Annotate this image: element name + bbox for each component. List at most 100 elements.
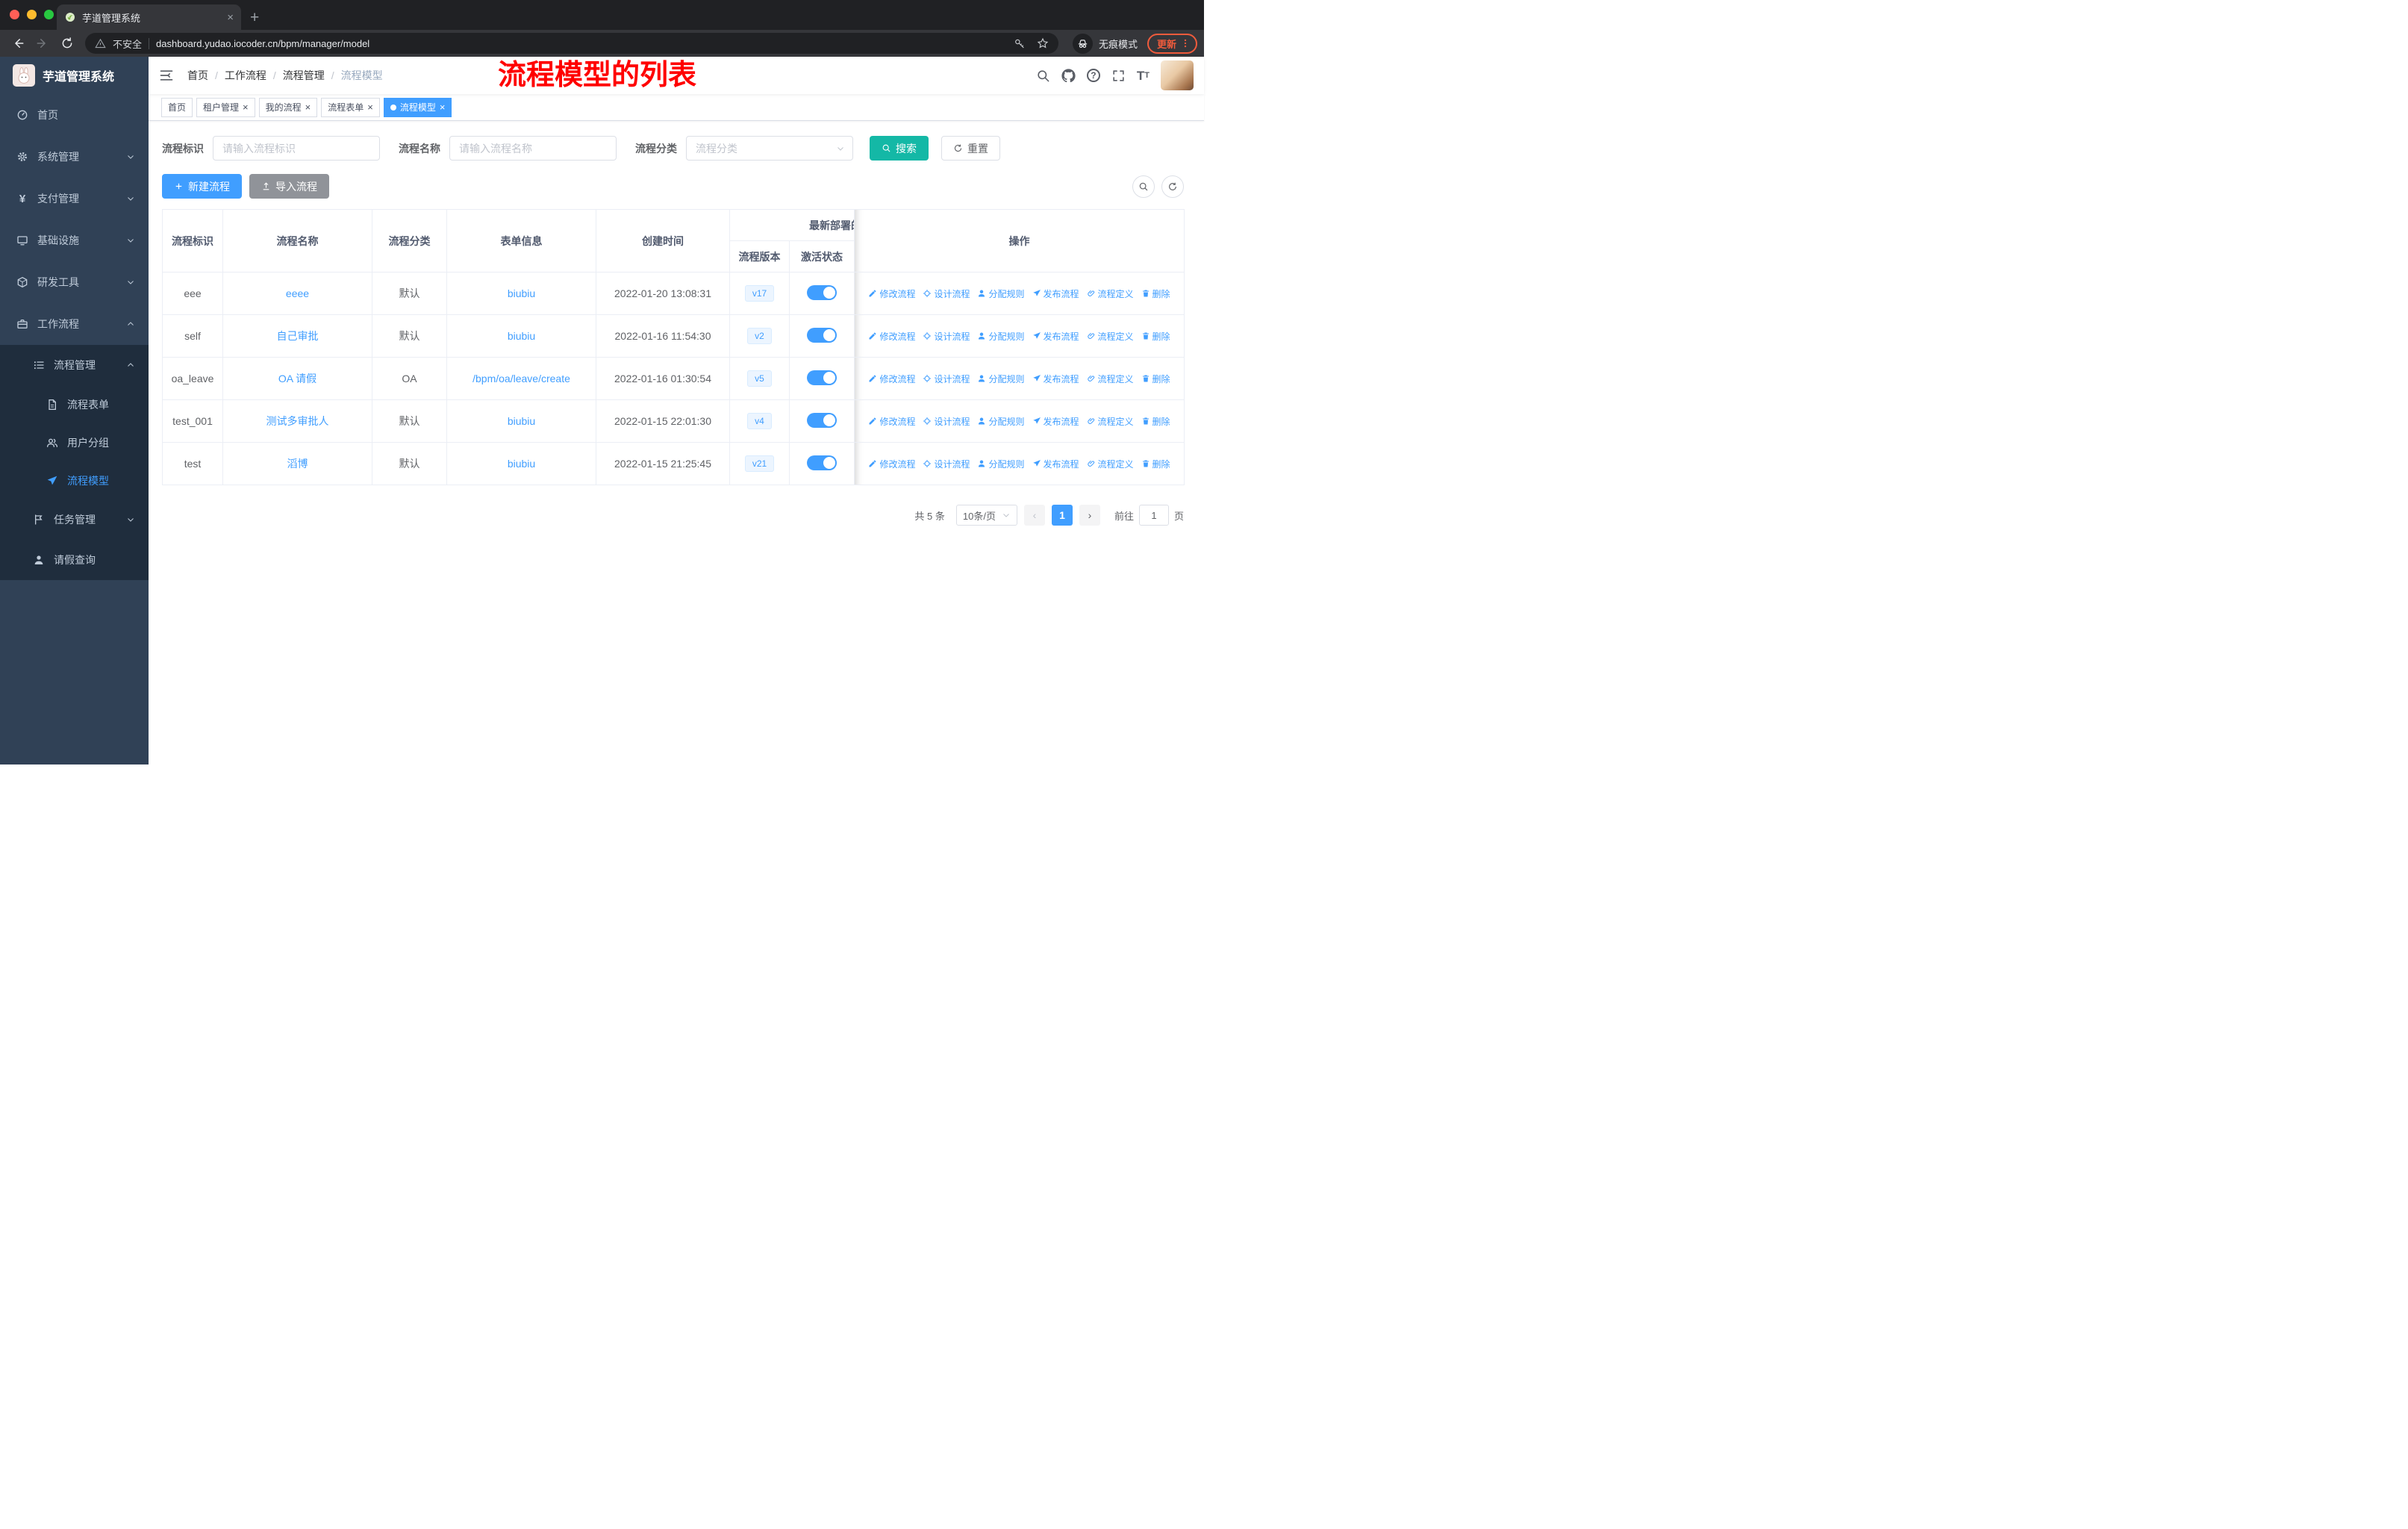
- form-info-link[interactable]: biubiu: [508, 287, 535, 299]
- action-publish-process[interactable]: 发布流程: [1032, 458, 1079, 470]
- active-status-toggle[interactable]: [807, 412, 837, 428]
- sidebar-item-home[interactable]: 首页: [0, 94, 149, 136]
- sidebar-item-user-group[interactable]: 用户分组: [0, 423, 149, 461]
- sidebar-toggle-button[interactable]: [149, 68, 181, 83]
- browser-tab[interactable]: 芋道管理系统 ×: [57, 4, 241, 30]
- action-process-definition[interactable]: 流程定义: [1087, 458, 1134, 470]
- reload-button[interactable]: [56, 32, 78, 55]
- tag-my-process[interactable]: 我的流程 ×: [258, 97, 318, 117]
- process-name-input[interactable]: [449, 136, 617, 161]
- import-process-button[interactable]: 导入流程: [249, 174, 329, 199]
- window-zoom-button[interactable]: [44, 10, 54, 19]
- app-logo[interactable]: 芋道管理系统: [0, 57, 149, 94]
- sidebar-item-leave-query[interactable]: 请假查询: [0, 540, 149, 580]
- address-bar[interactable]: 不安全 dashboard.yudao.iocoder.cn/bpm/manag…: [85, 33, 1058, 54]
- active-status-toggle[interactable]: [807, 284, 837, 300]
- active-status-toggle[interactable]: [807, 455, 837, 470]
- tag-tenant-management[interactable]: 租户管理 ×: [196, 97, 255, 117]
- close-icon[interactable]: ×: [305, 102, 311, 112]
- sidebar-item-task-management[interactable]: 任务管理: [0, 499, 149, 540]
- user-avatar[interactable]: [1161, 60, 1194, 90]
- header-search-button[interactable]: [1036, 69, 1050, 83]
- tab-close-button[interactable]: ×: [227, 11, 234, 24]
- action-publish-process[interactable]: 发布流程: [1032, 415, 1079, 428]
- show-search-button[interactable]: [1132, 175, 1155, 198]
- goto-page-input[interactable]: [1138, 505, 1169, 526]
- sidebar-item-process-model[interactable]: 流程模型: [0, 461, 149, 499]
- font-size-button[interactable]: TT: [1137, 69, 1150, 82]
- tag-home[interactable]: 首页: [161, 97, 193, 117]
- breadcrumb-process-management[interactable]: 流程管理: [283, 68, 325, 83]
- process-name-link[interactable]: 滔博: [287, 458, 308, 470]
- action-design-process[interactable]: 设计流程: [923, 373, 970, 385]
- process-name-link[interactable]: OA 请假: [278, 373, 316, 384]
- action-delete[interactable]: 删除: [1141, 287, 1170, 300]
- page-size-select[interactable]: 10条/页: [955, 505, 1017, 526]
- breadcrumb-workflow[interactable]: 工作流程: [225, 68, 266, 83]
- action-process-definition[interactable]: 流程定义: [1087, 373, 1134, 385]
- process-name-link[interactable]: 自己审批: [277, 330, 319, 342]
- action-publish-process[interactable]: 发布流程: [1032, 287, 1079, 300]
- breadcrumb-home[interactable]: 首页: [187, 68, 208, 83]
- action-edit-process[interactable]: 修改流程: [868, 458, 915, 470]
- help-button[interactable]: ?: [1086, 69, 1100, 82]
- action-edit-process[interactable]: 修改流程: [868, 287, 915, 300]
- prev-page-button[interactable]: ‹: [1023, 505, 1045, 526]
- process-name-link[interactable]: 测试多审批人: [266, 415, 329, 427]
- form-info-link[interactable]: /bpm/oa/leave/create: [472, 373, 570, 384]
- category-select[interactable]: 流程分类: [686, 136, 853, 161]
- action-edit-process[interactable]: 修改流程: [868, 373, 915, 385]
- search-button[interactable]: 搜索: [870, 136, 929, 161]
- page-number-1[interactable]: 1: [1051, 505, 1073, 526]
- sidebar-item-infra[interactable]: 基础设施: [0, 219, 149, 261]
- sidebar-item-process-management[interactable]: 流程管理: [0, 345, 149, 385]
- process-name-link[interactable]: eeee: [286, 287, 309, 299]
- next-page-button[interactable]: ›: [1079, 505, 1100, 526]
- action-publish-process[interactable]: 发布流程: [1032, 373, 1079, 385]
- action-assign-rule[interactable]: 分配规则: [977, 415, 1025, 428]
- action-process-definition[interactable]: 流程定义: [1087, 287, 1134, 300]
- active-status-toggle[interactable]: [807, 370, 837, 385]
- back-button[interactable]: [7, 32, 29, 55]
- update-button[interactable]: 更新: [1147, 33, 1197, 54]
- action-process-definition[interactable]: 流程定义: [1087, 330, 1134, 343]
- process-key-input[interactable]: [213, 136, 380, 161]
- close-icon[interactable]: ×: [243, 102, 249, 112]
- action-assign-rule[interactable]: 分配规则: [977, 373, 1025, 385]
- action-delete[interactable]: 删除: [1141, 415, 1170, 428]
- bookmark-star-button[interactable]: [1037, 37, 1049, 49]
- action-process-definition[interactable]: 流程定义: [1087, 415, 1134, 428]
- action-assign-rule[interactable]: 分配规则: [977, 458, 1025, 470]
- tag-process-form[interactable]: 流程表单 ×: [321, 97, 380, 117]
- password-key-button[interactable]: [1014, 37, 1026, 49]
- fullscreen-button[interactable]: [1111, 69, 1126, 83]
- tag-process-model[interactable]: 流程模型 ×: [383, 97, 452, 117]
- github-button[interactable]: [1061, 68, 1076, 83]
- sidebar-item-payment[interactable]: ¥ 支付管理: [0, 178, 149, 219]
- form-info-link[interactable]: biubiu: [508, 330, 535, 342]
- incognito-chip[interactable]: 无痕模式: [1072, 33, 1138, 54]
- close-icon[interactable]: ×: [367, 102, 373, 112]
- action-delete[interactable]: 删除: [1141, 330, 1170, 343]
- refresh-table-button[interactable]: [1161, 175, 1184, 198]
- action-design-process[interactable]: 设计流程: [923, 287, 970, 300]
- action-edit-process[interactable]: 修改流程: [868, 330, 915, 343]
- window-close-button[interactable]: [10, 10, 19, 19]
- new-tab-button[interactable]: +: [250, 10, 259, 25]
- action-delete[interactable]: 删除: [1141, 373, 1170, 385]
- action-design-process[interactable]: 设计流程: [923, 458, 970, 470]
- active-status-toggle[interactable]: [807, 327, 837, 343]
- action-publish-process[interactable]: 发布流程: [1032, 330, 1079, 343]
- form-info-link[interactable]: biubiu: [508, 458, 535, 470]
- reset-button[interactable]: 重置: [941, 136, 1000, 161]
- sidebar-item-workflow[interactable]: 工作流程: [0, 303, 149, 345]
- close-icon[interactable]: ×: [440, 102, 446, 112]
- create-process-button[interactable]: 新建流程: [162, 174, 242, 199]
- sidebar-item-system[interactable]: 系统管理: [0, 136, 149, 178]
- sidebar-item-process-form[interactable]: 流程表单: [0, 385, 149, 423]
- forward-button[interactable]: [31, 32, 54, 55]
- sidebar-item-devtools[interactable]: 研发工具: [0, 261, 149, 303]
- action-delete[interactable]: 删除: [1141, 458, 1170, 470]
- form-info-link[interactable]: biubiu: [508, 415, 535, 427]
- action-assign-rule[interactable]: 分配规则: [977, 330, 1025, 343]
